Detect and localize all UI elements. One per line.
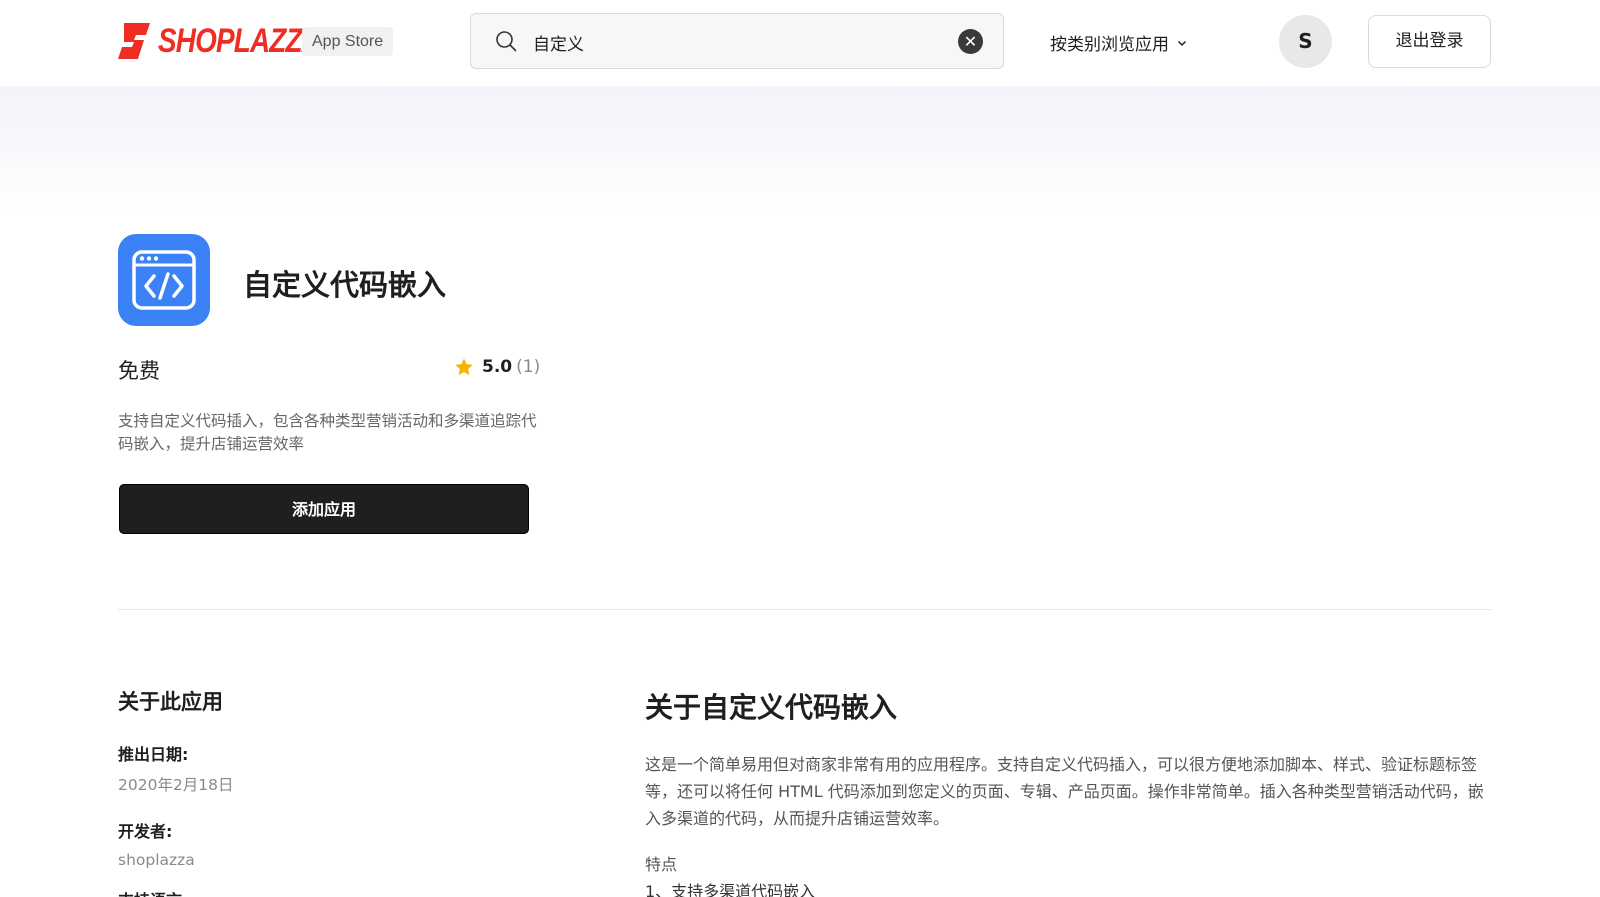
chevron-down-icon xyxy=(1177,40,1187,46)
logo-wordmark: SHOPLAZZA xyxy=(158,21,322,60)
section-divider xyxy=(118,609,1492,610)
developer-label: 开发者: xyxy=(118,822,173,841)
search-icon xyxy=(496,31,517,52)
next-meta-label: 支持语言: xyxy=(118,886,198,897)
app-summary: 支持自定义代码插入，包含各种类型营销活动和多渠道追踪代码嵌入，提升店铺运营效率 xyxy=(118,412,537,453)
browse-categories-dropdown[interactable]: 按类别浏览应用 xyxy=(1050,30,1187,55)
add-app-button[interactable]: 添加应用 xyxy=(119,484,529,534)
app-rating[interactable]: 5.0 (1) xyxy=(454,357,540,377)
app-title: 自定义代码嵌入 xyxy=(243,268,447,302)
search-bar[interactable]: ✕ xyxy=(470,13,1004,69)
about-detail-description: 这是一个简单易用但对商家非常有用的应用程序。支持自定义代码插入，可以很方便地添加… xyxy=(645,755,1484,828)
about-app-heading: 关于此应用 xyxy=(118,690,223,714)
app-price: 免费 xyxy=(118,359,160,383)
star-icon xyxy=(455,358,473,376)
app-store-badge: App Store xyxy=(302,27,394,56)
release-date-value: 2020年2月18日 xyxy=(118,776,234,794)
logout-button[interactable]: 退出登录 xyxy=(1368,15,1491,68)
top-header: SHOPLAZZA App Store ✕ 按类别浏览应用 S 退出登录 xyxy=(0,0,1600,86)
user-avatar[interactable]: S xyxy=(1279,15,1332,68)
feature-item: 1、支持多渠道代码嵌入 xyxy=(645,882,816,897)
code-window-icon xyxy=(118,234,210,326)
rating-score: 5.0 xyxy=(482,357,513,377)
rating-count: (1) xyxy=(516,357,541,377)
clear-search-icon[interactable]: ✕ xyxy=(958,29,983,54)
browse-categories-label: 按类别浏览应用 xyxy=(1050,35,1169,55)
developer-value: shoplazza xyxy=(118,851,195,869)
features-title: 特点 xyxy=(645,855,678,874)
shoplazza-logo-icon xyxy=(118,23,150,59)
search-input[interactable] xyxy=(533,28,933,56)
about-detail-title: 关于自定义代码嵌入 xyxy=(645,691,898,724)
hero-background xyxy=(0,86,1600,214)
release-date-label: 推出日期: xyxy=(118,745,189,764)
